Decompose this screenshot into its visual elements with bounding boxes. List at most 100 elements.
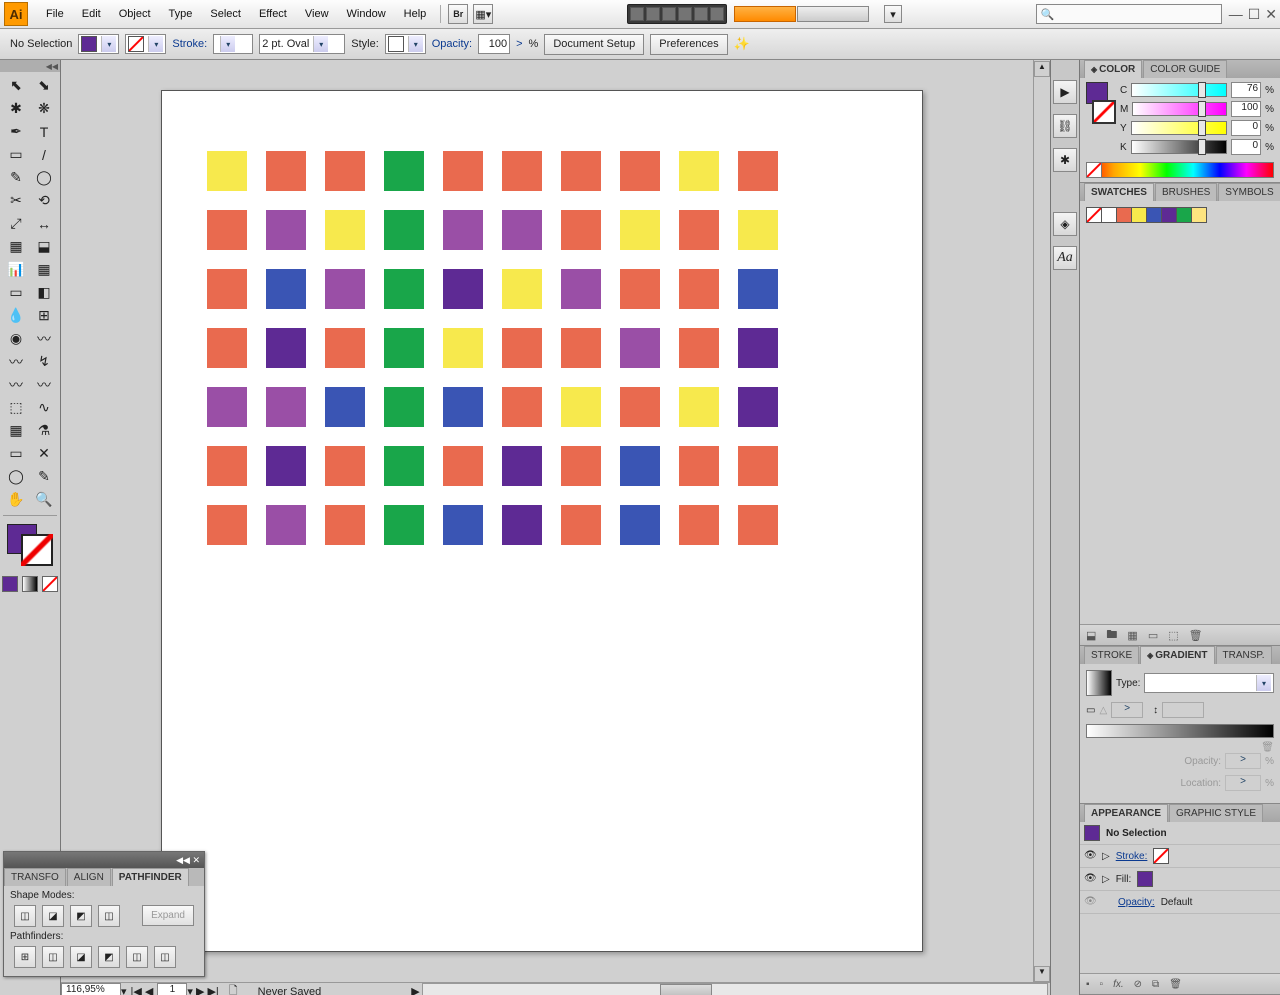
- color-square[interactable]: [207, 505, 247, 545]
- tool-36[interactable]: ✋: [2, 488, 30, 511]
- swatch[interactable]: [1161, 207, 1177, 223]
- tab-graphic-styles[interactable]: GRAPHIC STYLE: [1169, 804, 1263, 822]
- color-square[interactable]: [679, 387, 719, 427]
- color-square[interactable]: [502, 151, 542, 191]
- exclude-button[interactable]: ◫: [98, 905, 120, 927]
- color-square[interactable]: [325, 269, 365, 309]
- dock-play-icon[interactable]: ▶: [1053, 80, 1077, 104]
- tab-brushes[interactable]: BRUSHES: [1155, 183, 1217, 201]
- color-square[interactable]: [679, 446, 719, 486]
- color-square[interactable]: [384, 446, 424, 486]
- magic-wand-icon[interactable]: ✨: [734, 36, 750, 52]
- tool-28[interactable]: ⬚: [2, 396, 30, 419]
- color-square[interactable]: [384, 387, 424, 427]
- color-square[interactable]: [502, 446, 542, 486]
- tool-4[interactable]: ✒: [2, 120, 30, 143]
- tool-18[interactable]: ▭: [2, 281, 30, 304]
- color-square[interactable]: [502, 505, 542, 545]
- appearance-footer[interactable]: ▪▫fx.⊘⧉🗑: [1080, 973, 1280, 994]
- tool-12[interactable]: ⤢: [2, 212, 30, 235]
- color-square[interactable]: [738, 387, 778, 427]
- color-square[interactable]: [502, 328, 542, 368]
- tool-6[interactable]: ▭: [2, 143, 30, 166]
- progress-bar[interactable]: [734, 6, 796, 22]
- menu-edit[interactable]: Edit: [73, 4, 110, 24]
- stroke-swatch-dropdown[interactable]: ▾: [125, 34, 166, 54]
- divide-button[interactable]: ⊞: [14, 946, 36, 968]
- color-square[interactable]: [738, 151, 778, 191]
- color-square[interactable]: [325, 210, 365, 250]
- color-square[interactable]: [561, 446, 601, 486]
- swatch[interactable]: [1146, 207, 1162, 223]
- tool-34[interactable]: ◯: [2, 465, 30, 488]
- maximize-icon[interactable]: ☐: [1248, 6, 1261, 23]
- tab-align[interactable]: ALIGN: [67, 868, 111, 886]
- color-square[interactable]: [443, 151, 483, 191]
- workspace-caret[interactable]: ▾: [884, 5, 902, 23]
- color-square[interactable]: [207, 328, 247, 368]
- opacity-input[interactable]: 100: [478, 34, 510, 54]
- dock-type-icon[interactable]: Aa: [1053, 246, 1077, 270]
- color-square[interactable]: [325, 446, 365, 486]
- menu-select[interactable]: Select: [201, 4, 250, 24]
- color-square[interactable]: [266, 328, 306, 368]
- color-square[interactable]: [738, 505, 778, 545]
- dock-links-icon[interactable]: ⛓: [1053, 114, 1077, 138]
- swatch[interactable]: [1116, 207, 1132, 223]
- color-square[interactable]: [443, 210, 483, 250]
- tool-19[interactable]: ◧: [30, 281, 58, 304]
- search-input[interactable]: 🔍: [1036, 4, 1222, 24]
- color-square[interactable]: [679, 151, 719, 191]
- tab-color-guide[interactable]: COLOR GUIDE: [1143, 60, 1227, 78]
- color-square[interactable]: [620, 505, 660, 545]
- color-square[interactable]: [561, 210, 601, 250]
- swatch[interactable]: [1176, 207, 1192, 223]
- close-icon[interactable]: ✕: [1265, 6, 1277, 23]
- tool-15[interactable]: ⬓: [30, 235, 58, 258]
- tool-2[interactable]: ✱: [2, 97, 30, 120]
- arrange-icon[interactable]: ▦▾: [473, 4, 493, 24]
- tab-gradient[interactable]: ◈GRADIENT: [1140, 646, 1214, 664]
- color-square[interactable]: [207, 151, 247, 191]
- page-number[interactable]: 1: [157, 983, 187, 995]
- color-square[interactable]: [738, 446, 778, 486]
- gradient-type-dropdown[interactable]: ▾: [1144, 673, 1274, 693]
- tool-26[interactable]: 〰: [2, 373, 30, 396]
- tool-33[interactable]: ✕: [30, 442, 58, 465]
- menu-object[interactable]: Object: [110, 4, 160, 24]
- tool-27[interactable]: 〰: [30, 373, 58, 396]
- tool-13[interactable]: ↔: [30, 212, 58, 235]
- preferences-button[interactable]: Preferences: [650, 34, 727, 55]
- tab-appearance[interactable]: APPEARANCE: [1084, 804, 1168, 822]
- tab-swatches[interactable]: SWATCHES: [1084, 183, 1154, 201]
- color-spectrum[interactable]: [1086, 162, 1274, 178]
- color-square[interactable]: [679, 210, 719, 250]
- menu-type[interactable]: Type: [160, 4, 202, 24]
- color-square[interactable]: [207, 446, 247, 486]
- bridge-icon[interactable]: Br: [448, 4, 468, 24]
- swatch[interactable]: [1101, 207, 1117, 223]
- color-square[interactable]: [443, 446, 483, 486]
- tool-17[interactable]: ▦: [30, 258, 58, 281]
- color-square[interactable]: [266, 269, 306, 309]
- color-square[interactable]: [738, 269, 778, 309]
- canvas[interactable]: [61, 60, 1033, 982]
- color-square[interactable]: [561, 151, 601, 191]
- color-square[interactable]: [384, 269, 424, 309]
- tool-20[interactable]: 💧: [2, 304, 30, 327]
- minimize-icon[interactable]: —: [1229, 6, 1243, 23]
- crop-button[interactable]: ◩: [98, 946, 120, 968]
- tool-7[interactable]: /: [30, 143, 58, 166]
- color-square[interactable]: [620, 151, 660, 191]
- tool-32[interactable]: ▭: [2, 442, 30, 465]
- tool-16[interactable]: 📊: [2, 258, 30, 281]
- color-square[interactable]: [679, 505, 719, 545]
- tab-color[interactable]: ◈COLOR: [1084, 60, 1142, 78]
- color-square[interactable]: [561, 328, 601, 368]
- stroke-swatch[interactable]: [21, 534, 53, 566]
- color-square[interactable]: [266, 505, 306, 545]
- tool-23[interactable]: 〰: [30, 327, 58, 350]
- color-square[interactable]: [679, 269, 719, 309]
- color-square[interactable]: [384, 210, 424, 250]
- tool-35[interactable]: ✎: [30, 465, 58, 488]
